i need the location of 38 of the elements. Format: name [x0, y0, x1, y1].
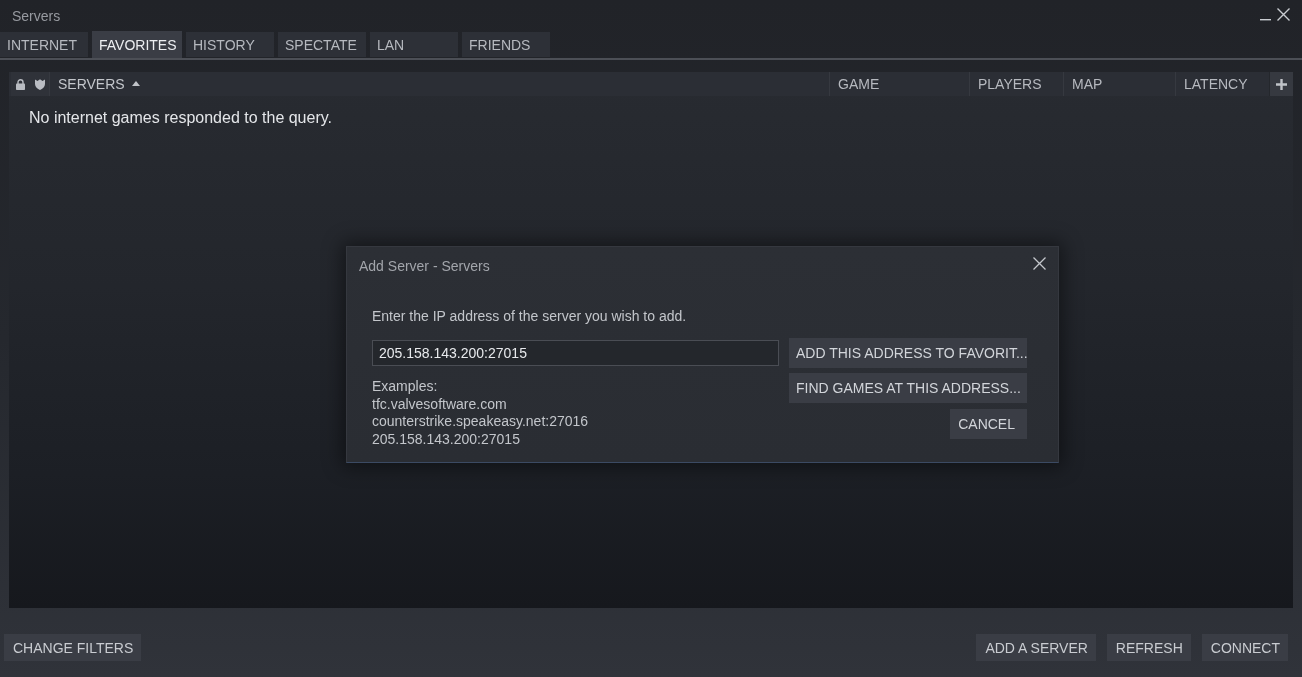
column-header[interactable]: GAME — [829, 72, 969, 96]
footer-button[interactable]: ADD A SERVER — [976, 634, 1096, 661]
footer-button[interactable]: CONNECT — [1201, 634, 1288, 661]
minimize-icon — [1260, 18, 1271, 21]
tab[interactable]: LAN — [370, 32, 458, 57]
example-address: tfc.valvesoftware.com — [372, 395, 507, 414]
column-header[interactable]: SERVERS — [49, 72, 829, 96]
footer-button[interactable]: CHANGE FILTERS — [4, 634, 142, 661]
example-address: 205.158.143.200:27015 — [372, 430, 520, 449]
shield-icon — [34, 78, 45, 90]
lock-icon — [16, 78, 25, 90]
sort-ascending-icon — [131, 80, 140, 86]
column-header[interactable]: PLAYERS — [969, 72, 1063, 96]
lock-column-header[interactable] — [11, 72, 30, 96]
address-input[interactable]: 205.158.143.200:27015 — [372, 340, 779, 366]
tab[interactable]: HISTORY — [186, 32, 274, 57]
plus-icon — [1276, 78, 1287, 90]
instruction-text: Enter the IP address of the server you wish to add. — [372, 307, 687, 325]
examples-heading: Examples: — [372, 378, 438, 396]
dialog-button[interactable]: ADD THIS ADDRESS TO FAVORIT... — [789, 338, 1027, 368]
close-icon — [1277, 7, 1290, 21]
window-title: Servers — [12, 7, 61, 24]
dialog-title: Add Server - Servers — [359, 257, 490, 275]
empty-message: No internet games responded to the query. — [29, 108, 332, 128]
footer-button[interactable]: REFRESH — [1106, 634, 1191, 661]
close-icon — [1033, 257, 1046, 270]
tab[interactable]: INTERNET — [0, 32, 88, 57]
tab[interactable]: FRIENDS — [462, 32, 550, 57]
tab[interactable]: FAVORITES — [92, 31, 182, 58]
dialog-close-button[interactable] — [1033, 257, 1046, 270]
tab[interactable]: SPECTATE — [278, 32, 366, 57]
shield-column-header[interactable] — [30, 72, 49, 96]
column-header[interactable]: MAP — [1063, 72, 1175, 96]
dialog-button[interactable]: CANCEL — [950, 409, 1027, 439]
dialog-button[interactable]: FIND GAMES AT THIS ADDRESS... — [789, 373, 1027, 403]
example-address: counterstrike.speakeasy.net:27016 — [372, 413, 589, 431]
add-column-button[interactable] — [1269, 72, 1293, 96]
close-button[interactable] — [1277, 7, 1290, 21]
